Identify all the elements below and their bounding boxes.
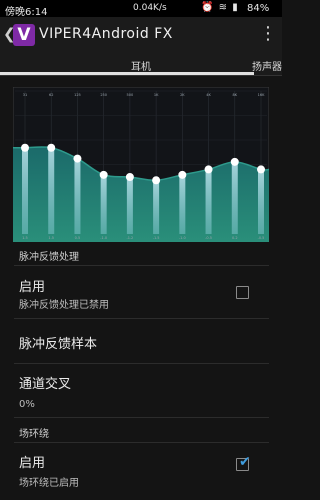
tab-speaker[interactable]: 扬声器: [252, 58, 282, 73]
crossfeed-value: 0%: [19, 399, 35, 410]
signal-icon: ▮: [232, 2, 239, 13]
impulse-sample-title[interactable]: 脉冲反馈样本: [19, 333, 97, 352]
eq-band-bar: [22, 147, 28, 234]
eq-band-bar: [258, 169, 264, 234]
status-bar: 傍晚6:14 0.04K/s ⏰ ≋ ▮ 84%: [0, 0, 282, 18]
eq-band-label-top: 1K: [154, 93, 159, 97]
convolver-section-header: 脉冲反馈处理: [19, 252, 79, 263]
eq-band-value: -0.5: [258, 236, 265, 240]
divider: [14, 318, 269, 319]
eq-band-label-top: 62: [49, 93, 53, 97]
checkmark-icon: ✔: [239, 454, 251, 470]
convolver-enable-title[interactable]: 启用: [19, 276, 45, 295]
divider: [14, 265, 269, 266]
eq-band-value: 1.5: [22, 236, 28, 240]
eq-band-value: 0.5: [75, 236, 81, 240]
eq-band-knob[interactable]: [21, 143, 29, 152]
surround-section-header: 场环绕: [19, 429, 49, 440]
eq-band-label-top: 2K: [180, 93, 185, 97]
eq-band-bar: [231, 161, 238, 234]
eq-band-knob[interactable]: [73, 154, 82, 163]
eq-band-value: -0.5: [205, 236, 212, 240]
eq-band-value: -1.2: [126, 236, 133, 240]
eq-band-knob[interactable]: [152, 176, 161, 185]
divider: [14, 417, 269, 418]
app-logo: V: [13, 24, 35, 46]
eq-band-value: -1.0: [100, 236, 107, 240]
divider: [14, 363, 269, 364]
surround-enable-checkbox[interactable]: ✔: [236, 454, 251, 471]
surround-enable-title[interactable]: 启用: [19, 452, 45, 471]
eq-band-knob[interactable]: [257, 165, 265, 174]
eq-band-label-top: 500: [127, 93, 134, 97]
wifi-icon: ≋: [218, 2, 229, 13]
eq-band-knob[interactable]: [178, 170, 187, 179]
eq-band-label-top: 125: [74, 93, 81, 97]
alarm-icon: ⏰: [201, 2, 215, 13]
overflow-menu-icon[interactable]: ⋮: [259, 23, 277, 44]
equalizer-svg[interactable]: 31 1.5 62 1.5 125 0.5 250 -1.0 500 -1.2 1K -1.5 2K -1…: [13, 87, 269, 242]
eq-band-value: -1.5: [153, 236, 160, 240]
eq-band-bar: [100, 174, 107, 234]
convolver-enable-checkbox[interactable]: [236, 286, 249, 299]
eq-band-bar: [74, 158, 81, 234]
tab-headphone[interactable]: 耳机: [131, 58, 151, 73]
action-bar: ❮ V VIPER4Android FX ⋮: [0, 17, 282, 53]
status-time: 傍晚6:14: [5, 7, 48, 18]
tab-indicator: [0, 72, 254, 75]
eq-band-knob[interactable]: [204, 165, 213, 174]
divider: [14, 442, 269, 443]
convolver-enable-summary: 脉冲反馈处理已禁用: [19, 300, 109, 311]
eq-band-knob[interactable]: [99, 170, 108, 179]
surround-enable-summary: 场环绕已启用: [19, 478, 79, 489]
eq-band-bar: [179, 174, 186, 234]
eq-band-knob[interactable]: [47, 143, 56, 152]
eq-band-label-top: 31: [23, 93, 27, 97]
eq-band-value: 1.5: [48, 236, 54, 240]
eq-band-label-top: 250: [100, 93, 107, 97]
network-speed: 0.04K/s: [133, 3, 167, 13]
app-title: VIPER4Android FX: [39, 26, 173, 42]
eq-band-knob[interactable]: [125, 173, 134, 181]
eq-band-bar: [205, 169, 212, 234]
eq-band-knob[interactable]: [230, 157, 239, 166]
eq-band-value: 0.2: [232, 236, 238, 240]
eq-band-value: -1.0: [179, 236, 186, 240]
eq-band-label-top: 4K: [206, 93, 211, 97]
eq-band-bar: [126, 177, 133, 234]
equalizer-graph[interactable]: 31 1.5 62 1.5 125 0.5 250 -1.0 500 -1.2 1K -1.5 2K -1…: [13, 87, 269, 242]
crossfeed-title[interactable]: 通道交叉: [19, 373, 71, 392]
eq-band-bar: [48, 147, 55, 234]
eq-band-label-top: 8K: [233, 93, 238, 97]
eq-band-bar: [153, 180, 160, 234]
eq-band-label-top: 16K: [258, 93, 265, 97]
status-icons: ⏰ ≋ ▮: [201, 2, 239, 13]
battery-level: 84%: [247, 3, 270, 14]
